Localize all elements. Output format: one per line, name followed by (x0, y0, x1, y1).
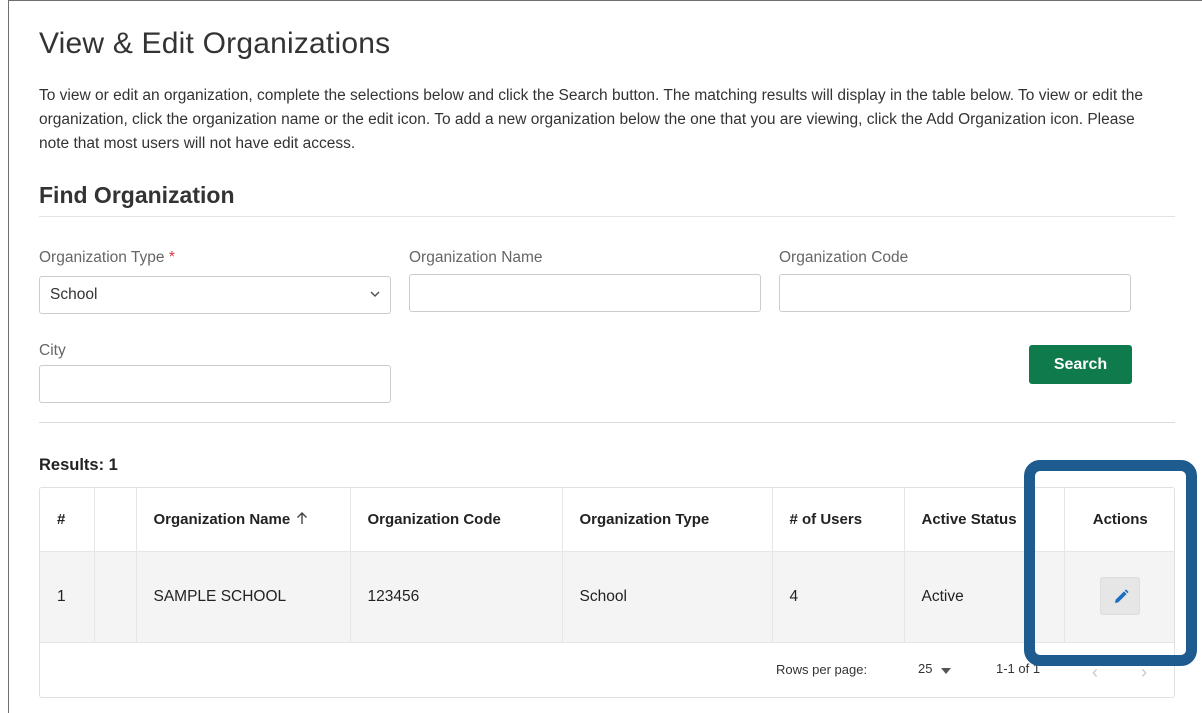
arrow-up-icon[interactable] (296, 511, 308, 525)
column-header-organization-name-text: Organization Name (153, 510, 291, 528)
organization-code-input[interactable] (779, 274, 1131, 312)
rows-per-page-label: Rows per page: (776, 662, 868, 677)
cell-blank (94, 551, 137, 643)
chevron-down-icon (370, 291, 380, 298)
cell-organization-code: 123456 (350, 551, 563, 643)
caret-down-icon[interactable] (941, 668, 951, 674)
city-input[interactable] (39, 365, 391, 403)
column-header-number: # (40, 488, 95, 552)
organization-type-selected-value: School (50, 286, 98, 303)
page-title: View & Edit Organizations (39, 27, 391, 60)
organization-name-input[interactable] (409, 274, 761, 312)
cell-organization-type: School (562, 551, 773, 643)
results-count: Results: 1 (39, 456, 118, 474)
organization-type-label-text: Organization Type (39, 249, 165, 266)
cell-user-count: 4 (772, 551, 905, 643)
chevron-left-icon[interactable]: ‹ (1092, 662, 1098, 683)
cell-active-status: Active (904, 551, 1065, 643)
results-divider (39, 422, 1175, 423)
column-header-actions: Actions (1064, 488, 1174, 552)
organization-type-label: Organization Type * (39, 249, 175, 267)
find-organization-heading: Find Organization (39, 182, 235, 208)
chevron-right-icon[interactable]: › (1141, 662, 1147, 683)
rows-per-page-select[interactable]: 25 (918, 661, 932, 676)
pencil-icon (1115, 589, 1129, 603)
column-header-organization-code[interactable]: Organization Code (350, 488, 563, 552)
organization-name-label: Organization Name (409, 249, 543, 266)
cell-actions (1064, 551, 1174, 643)
edit-button[interactable] (1100, 577, 1141, 615)
column-header-user-count[interactable]: # of Users (772, 488, 905, 552)
column-header-organization-name[interactable]: Organization Name (136, 488, 351, 552)
column-header-organization-type[interactable]: Organization Type (562, 488, 773, 552)
column-header-active-status[interactable]: Active Status (904, 488, 1065, 552)
table-header-row: # Organization Name Organization Code Or… (40, 488, 1174, 552)
column-header-blank (94, 488, 137, 552)
cell-number: 1 (40, 551, 95, 643)
section-divider (39, 216, 1175, 217)
organization-type-select[interactable]: School (39, 276, 391, 314)
city-label: City (39, 342, 66, 359)
organization-code-label: Organization Code (779, 249, 909, 266)
search-button[interactable]: Search (1029, 345, 1132, 384)
cell-organization-name[interactable]: SAMPLE SCHOOL (136, 551, 351, 643)
pagination-range: 1-1 of 1 (996, 661, 1041, 676)
intro-text: To view or edit an organization, complet… (39, 87, 1143, 152)
table-row: 1 SAMPLE SCHOOL 123456 School 4 Active (40, 551, 1174, 643)
required-asterisk: * (168, 249, 175, 266)
results-table: # Organization Name Organization Code Or… (40, 488, 1174, 643)
